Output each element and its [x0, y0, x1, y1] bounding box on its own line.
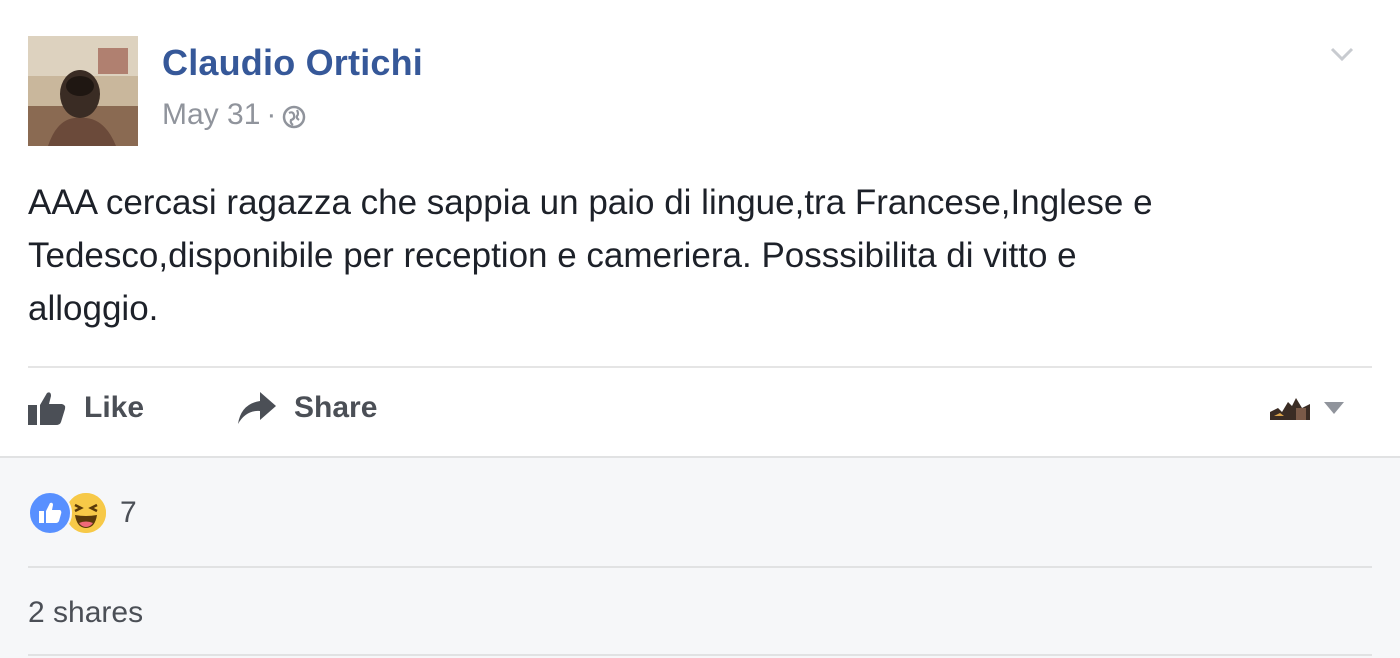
share-button[interactable]: Share	[238, 380, 377, 436]
post-header: Claudio Ortichi May 31 ·	[28, 36, 1372, 146]
post-text-line: AAA cercasi ragazza che sappia un paio d…	[28, 183, 1153, 222]
globe-icon[interactable]	[282, 103, 306, 129]
facebook-post: Claudio Ortichi May 31 · AAA cercasi rag…	[0, 0, 1400, 658]
divider	[28, 566, 1372, 568]
avatar[interactable]	[28, 36, 138, 146]
divider	[28, 366, 1372, 368]
thumbs-up-icon	[28, 391, 66, 425]
caret-down-icon	[1324, 401, 1344, 419]
share-arrow-icon	[238, 392, 276, 424]
reaction-count: 7	[120, 496, 137, 529]
post-text-line: Tedesco,disponibile per reception e came…	[28, 236, 1077, 275]
page-avatar-icon	[1270, 394, 1310, 425]
post-text-line: alloggio.	[28, 289, 159, 328]
meta-separator: ·	[266, 98, 277, 131]
post-footer: 7 2 shares	[0, 456, 1400, 658]
post-date[interactable]: May 31	[162, 98, 260, 132]
like-button[interactable]: Like	[28, 380, 144, 436]
avatar-photo	[28, 36, 138, 146]
like-reaction-icon	[28, 491, 72, 535]
post-text: AAA cercasi ragazza che sappia un paio d…	[28, 176, 1348, 335]
chevron-down-icon[interactable]	[1328, 40, 1356, 68]
action-bar: Like Share	[28, 380, 1372, 436]
author-name[interactable]: Claudio Ortichi	[162, 42, 423, 84]
audience-selector[interactable]	[1270, 394, 1344, 425]
post-meta: May 31 ·	[162, 98, 306, 132]
divider	[28, 654, 1372, 656]
shares-count[interactable]: 2 shares	[28, 596, 143, 630]
reactions-summary[interactable]: 7	[28, 490, 137, 536]
like-label: Like	[84, 391, 145, 424]
share-label: Share	[294, 391, 378, 424]
